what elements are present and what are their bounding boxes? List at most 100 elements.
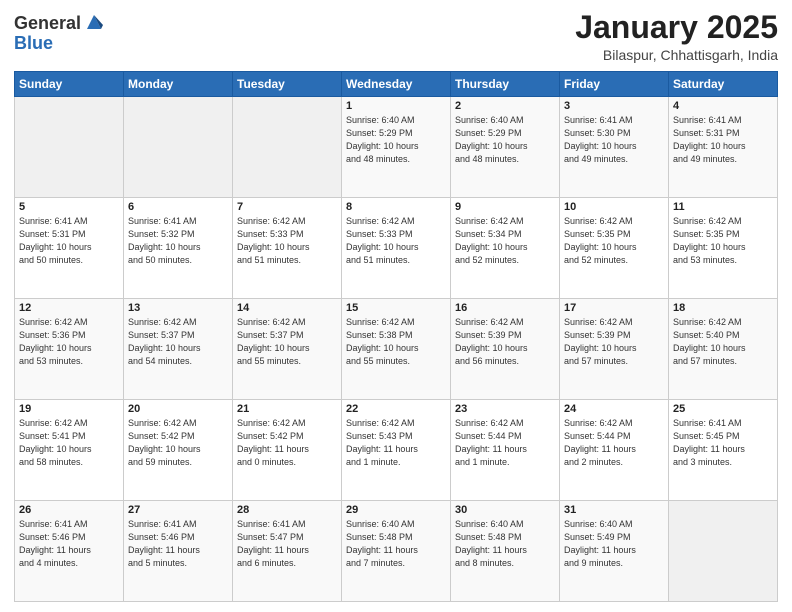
calendar-cell: 16 Sunrise: 6:42 AM Sunset: 5:39 PM Dayli… [451, 299, 560, 400]
calendar-cell: 4Sunrise: 6:41 AM Sunset: 5:31 PM Daylig… [669, 97, 778, 198]
day-info: Sunrise: 6:41 AM Sunset: 5:46 PM Dayligh… [128, 518, 228, 570]
calendar-cell: 11Sunrise: 6:42 AM Sunset: 5:35 PM Dayli… [669, 198, 778, 299]
day-number: 2 [455, 100, 555, 112]
day-number: 14 [237, 302, 337, 314]
calendar-week-row: 5 Sunrise: 6:41 AM Sunset: 5:31 PM Daylig… [15, 198, 778, 299]
weekday-header: Saturday [669, 72, 778, 97]
calendar-cell: 13 Sunrise: 6:42 AM Sunset: 5:37 PM Dayli… [124, 299, 233, 400]
day-number: 9 [455, 201, 555, 213]
calendar-cell: 10 Sunrise: 6:42 AM Sunset: 5:35 PM Dayli… [560, 198, 669, 299]
day-info: Sunrise: 6:40 AM Sunset: 5:29 PM Dayligh… [346, 114, 446, 166]
day-number: 8 [346, 201, 446, 213]
day-number: 7 [237, 201, 337, 213]
day-number: 29 [346, 504, 446, 516]
calendar-week-row: 26 Sunrise: 6:41 AM Sunset: 5:46 PM Dayli… [15, 501, 778, 602]
calendar-cell [124, 97, 233, 198]
day-info: Sunrise: 6:41 AM Sunset: 5:47 PM Dayligh… [237, 518, 337, 570]
day-info: Sunrise: 6:41 AM Sunset: 5:45 PM Dayligh… [673, 417, 773, 469]
day-number: 5 [19, 201, 119, 213]
day-info: Sunrise: 6:42 AM Sunset: 5:35 PM Dayligh… [673, 215, 773, 267]
calendar-cell: 30 Sunrise: 6:40 AM Sunset: 5:48 PM Dayli… [451, 501, 560, 602]
day-info: Sunrise: 6:42 AM Sunset: 5:37 PM Dayligh… [237, 316, 337, 368]
logo-text: General Blue [14, 14, 105, 54]
calendar-cell: 28 Sunrise: 6:41 AM Sunset: 5:47 PM Dayli… [233, 501, 342, 602]
day-number: 16 [455, 302, 555, 314]
day-number: 13 [128, 302, 228, 314]
calendar-table: SundayMondayTuesdayWednesdayThursdayFrid… [14, 71, 778, 602]
calendar-cell: 18 Sunrise: 6:42 AM Sunset: 5:40 PM Dayli… [669, 299, 778, 400]
weekday-header: Sunday [15, 72, 124, 97]
calendar-cell: 31Sunrise: 6:40 AM Sunset: 5:49 PM Dayli… [560, 501, 669, 602]
calendar-cell: 1Sunrise: 6:40 AM Sunset: 5:29 PM Daylig… [342, 97, 451, 198]
calendar-cell: 2 Sunrise: 6:40 AM Sunset: 5:29 PM Daylig… [451, 97, 560, 198]
day-number: 27 [128, 504, 228, 516]
calendar-page: General Blue January 2025 Bilaspur, Chha… [0, 0, 792, 612]
logo-icon [83, 11, 105, 33]
calendar-cell [669, 501, 778, 602]
calendar-cell: 22 Sunrise: 6:42 AM Sunset: 5:43 PM Dayli… [342, 400, 451, 501]
day-number: 24 [564, 403, 664, 415]
day-number: 30 [455, 504, 555, 516]
day-info: Sunrise: 6:42 AM Sunset: 5:38 PM Dayligh… [346, 316, 446, 368]
day-info: Sunrise: 6:40 AM Sunset: 5:48 PM Dayligh… [455, 518, 555, 570]
calendar-cell: 7 Sunrise: 6:42 AM Sunset: 5:33 PM Daylig… [233, 198, 342, 299]
calendar-cell: 26 Sunrise: 6:41 AM Sunset: 5:46 PM Dayli… [15, 501, 124, 602]
day-info: Sunrise: 6:40 AM Sunset: 5:49 PM Dayligh… [564, 518, 664, 570]
calendar-cell: 27 Sunrise: 6:41 AM Sunset: 5:46 PM Dayli… [124, 501, 233, 602]
calendar-cell: 20 Sunrise: 6:42 AM Sunset: 5:42 PM Dayli… [124, 400, 233, 501]
calendar-cell: 21Sunrise: 6:42 AM Sunset: 5:42 PM Dayli… [233, 400, 342, 501]
calendar-cell: 12Sunrise: 6:42 AM Sunset: 5:36 PM Dayli… [15, 299, 124, 400]
day-info: Sunrise: 6:41 AM Sunset: 5:46 PM Dayligh… [19, 518, 119, 570]
day-number: 26 [19, 504, 119, 516]
day-info: Sunrise: 6:42 AM Sunset: 5:34 PM Dayligh… [455, 215, 555, 267]
calendar-cell: 29Sunrise: 6:40 AM Sunset: 5:48 PM Dayli… [342, 501, 451, 602]
day-info: Sunrise: 6:42 AM Sunset: 5:42 PM Dayligh… [237, 417, 337, 469]
day-number: 20 [128, 403, 228, 415]
calendar-header-row: SundayMondayTuesdayWednesdayThursdayFrid… [15, 72, 778, 97]
calendar-cell: 25Sunrise: 6:41 AM Sunset: 5:45 PM Dayli… [669, 400, 778, 501]
day-info: Sunrise: 6:42 AM Sunset: 5:33 PM Dayligh… [237, 215, 337, 267]
day-info: Sunrise: 6:42 AM Sunset: 5:42 PM Dayligh… [128, 417, 228, 469]
day-info: Sunrise: 6:42 AM Sunset: 5:43 PM Dayligh… [346, 417, 446, 469]
day-number: 19 [19, 403, 119, 415]
month-title: January 2025 [575, 10, 778, 45]
calendar-cell: 14 Sunrise: 6:42 AM Sunset: 5:37 PM Dayli… [233, 299, 342, 400]
day-number: 22 [346, 403, 446, 415]
calendar-cell [15, 97, 124, 198]
weekday-header: Friday [560, 72, 669, 97]
calendar-cell [233, 97, 342, 198]
day-info: Sunrise: 6:42 AM Sunset: 5:39 PM Dayligh… [455, 316, 555, 368]
day-number: 4 [673, 100, 773, 112]
calendar-cell: 8Sunrise: 6:42 AM Sunset: 5:33 PM Daylig… [342, 198, 451, 299]
calendar-week-row: 19 Sunrise: 6:42 AM Sunset: 5:41 PM Dayli… [15, 400, 778, 501]
day-info: Sunrise: 6:41 AM Sunset: 5:31 PM Dayligh… [19, 215, 119, 267]
weekday-header: Thursday [451, 72, 560, 97]
title-block: January 2025 Bilaspur, Chhattisgarh, Ind… [575, 10, 778, 63]
location: Bilaspur, Chhattisgarh, India [575, 47, 778, 63]
calendar-cell: 6Sunrise: 6:41 AM Sunset: 5:32 PM Daylig… [124, 198, 233, 299]
logo-general: General [14, 14, 81, 34]
day-number: 18 [673, 302, 773, 314]
day-number: 12 [19, 302, 119, 314]
day-info: Sunrise: 6:42 AM Sunset: 5:37 PM Dayligh… [128, 316, 228, 368]
day-info: Sunrise: 6:42 AM Sunset: 5:44 PM Dayligh… [455, 417, 555, 469]
day-info: Sunrise: 6:42 AM Sunset: 5:35 PM Dayligh… [564, 215, 664, 267]
calendar-cell: 5 Sunrise: 6:41 AM Sunset: 5:31 PM Daylig… [15, 198, 124, 299]
calendar-cell: 23Sunrise: 6:42 AM Sunset: 5:44 PM Dayli… [451, 400, 560, 501]
calendar-week-row: 12Sunrise: 6:42 AM Sunset: 5:36 PM Dayli… [15, 299, 778, 400]
day-info: Sunrise: 6:42 AM Sunset: 5:41 PM Dayligh… [19, 417, 119, 469]
header: General Blue January 2025 Bilaspur, Chha… [14, 10, 778, 63]
logo-blue: Blue [14, 34, 105, 54]
day-number: 17 [564, 302, 664, 314]
day-info: Sunrise: 6:40 AM Sunset: 5:29 PM Dayligh… [455, 114, 555, 166]
day-number: 10 [564, 201, 664, 213]
day-number: 15 [346, 302, 446, 314]
day-number: 28 [237, 504, 337, 516]
calendar-cell: 24Sunrise: 6:42 AM Sunset: 5:44 PM Dayli… [560, 400, 669, 501]
weekday-header: Tuesday [233, 72, 342, 97]
day-info: Sunrise: 6:42 AM Sunset: 5:40 PM Dayligh… [673, 316, 773, 368]
calendar-cell: 3Sunrise: 6:41 AM Sunset: 5:30 PM Daylig… [560, 97, 669, 198]
calendar-cell: 15 Sunrise: 6:42 AM Sunset: 5:38 PM Dayli… [342, 299, 451, 400]
day-info: Sunrise: 6:42 AM Sunset: 5:39 PM Dayligh… [564, 316, 664, 368]
calendar-cell: 19 Sunrise: 6:42 AM Sunset: 5:41 PM Dayli… [15, 400, 124, 501]
